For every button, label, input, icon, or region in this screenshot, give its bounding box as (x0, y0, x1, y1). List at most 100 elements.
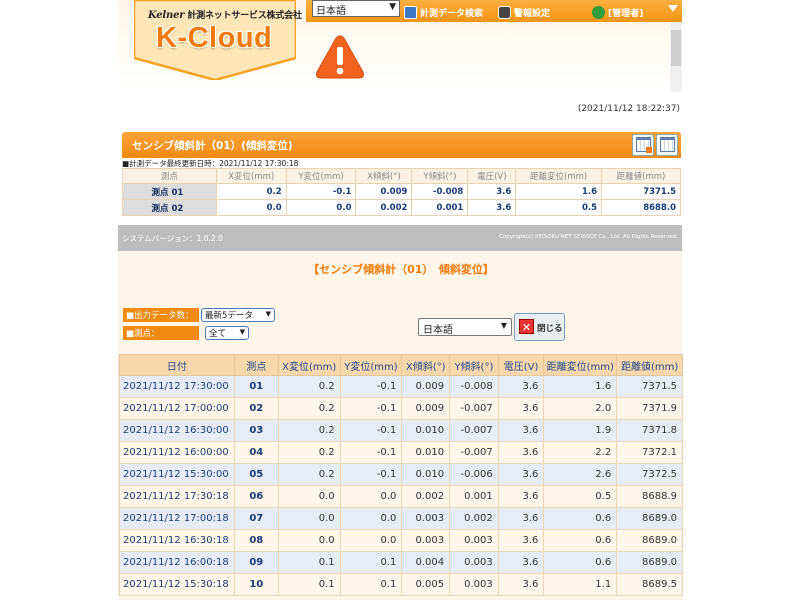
value-cell: 0.010 (401, 463, 451, 486)
value-cell: 3.6 (497, 463, 545, 486)
logo: Kelner 計測ネットサービス株式会社 K-Cloud (134, 0, 302, 80)
value-cell: 0.2 (277, 463, 341, 486)
table-row[interactable]: 2021/11/12 16:00:00 04 0.2 -0.1 0.010 -0.007 3… (119, 441, 683, 464)
point-cell: 07 (233, 507, 279, 530)
table-row[interactable]: 2021/11/12 16:30:00 03 0.2 -0.1 0.010 -0.007 3… (119, 419, 683, 442)
close-button[interactable]: ✕ 閉じる (514, 313, 565, 341)
logo-text: K-Cloud (156, 22, 273, 54)
value-cell: 1.1 (543, 573, 618, 596)
caret-down-icon[interactable] (668, 5, 678, 12)
value-cell: 0.003 (449, 573, 499, 596)
table-row[interactable]: 2021/11/12 17:30:18 06 0.0 0.0 0.002 0.001 3.6… (119, 485, 683, 508)
point-select[interactable]: 全て ▼ (205, 326, 249, 340)
value-cell: 3.6 (497, 441, 545, 464)
column-header: Y変位(mm) (285, 168, 357, 184)
column-header: X変位(mm) (215, 168, 287, 184)
point-select-value: 全て (209, 329, 227, 339)
column-header: 測点 (233, 354, 279, 376)
value-cell: 0.005 (401, 573, 451, 596)
table-row[interactable]: 2021/11/12 16:30:18 08 0.0 0.0 0.003 0.003 3.6… (119, 529, 683, 552)
column-header: 測点 (122, 168, 217, 184)
nav-data-search[interactable]: 計測データ検索 (404, 4, 483, 20)
summary-row[interactable]: 測点 01 0.2 -0.1 0.009 -0.008 3.6 1.6 7371… (122, 183, 681, 200)
output-count-select[interactable]: 最新5データ ▼ (201, 308, 275, 322)
value-cell: 0.6 (543, 507, 618, 530)
summary-cell: 3.6 (467, 199, 517, 216)
detail-table: 日付 測点 X変位(mm) Y変位(mm) X傾斜(°) Y傾斜(°) 電圧(V… (119, 354, 683, 596)
system-version: システムバージョン：1.0.2.0 (122, 234, 223, 243)
summary-cell[interactable]: 測点 02 (122, 199, 217, 216)
chevron-down-icon: ▼ (239, 328, 245, 336)
value-cell: 0.2 (277, 397, 341, 420)
value-cell: 3.6 (497, 397, 545, 420)
alarm-settings-icon (498, 5, 511, 19)
point-label: ■測点： (123, 326, 199, 340)
summary-table: 測点 X変位(mm) Y変位(mm) X傾斜(°) Y傾斜(°) 電圧(V) 距… (122, 168, 681, 216)
calendar-button[interactable] (656, 134, 678, 156)
detail-language-select[interactable]: 日本語 ▼ (418, 318, 512, 336)
table-row[interactable]: 2021/11/12 16:00:18 09 0.1 0.1 0.004 0.003 3.6… (119, 551, 683, 574)
value-cell: 0.0 (277, 485, 341, 508)
summary-cell: 0.0 (285, 199, 357, 216)
chevron-down-icon: ▼ (265, 310, 271, 318)
value-cell: 0.0 (339, 529, 403, 552)
column-header: 電圧(V) (467, 168, 517, 184)
calendar-alarm-button[interactable] (632, 134, 654, 156)
value-cell: 3.6 (497, 375, 545, 398)
summary-cell[interactable]: 測点 01 (122, 183, 217, 200)
column-header: 日付 (119, 354, 235, 376)
value-cell: 7371.5 (616, 375, 683, 398)
table-row[interactable]: 2021/11/12 17:00:00 02 0.2 -0.1 0.009 -0.007 3… (119, 397, 683, 420)
nav-user-menu[interactable]: [管理者] (592, 4, 643, 20)
value-cell: 3.6 (497, 485, 545, 508)
detail-table-body: 2021/11/12 17:30:00 01 0.2 -0.1 0.009 -0.008 3… (119, 375, 683, 596)
value-cell: 0.2 (277, 419, 341, 442)
value-cell: 0.010 (401, 419, 451, 442)
header-scrollbar-thumb[interactable] (671, 30, 681, 66)
detail-title: 【センシブ傾斜計（01） 傾斜変位】 (308, 263, 494, 276)
header: Kelner 計測ネットサービス株式会社 K-Cloud 日本語 ▼ 計測データ検… (118, 0, 682, 92)
summary-row[interactable]: 測点 02 0.0 0.0 0.002 0.001 3.6 0.5 8688.0 (122, 199, 681, 216)
value-cell: 1.9 (543, 419, 618, 442)
output-count-value: 最新5データ (205, 311, 253, 321)
value-cell: 7371.8 (616, 419, 683, 442)
value-cell: 7371.9 (616, 397, 683, 420)
warning-triangle-icon[interactable] (314, 33, 366, 81)
column-header: 距離変位(mm) (515, 168, 603, 184)
user-icon (592, 5, 605, 19)
summary-cell: 3.6 (467, 183, 517, 200)
column-header: X傾斜(°) (355, 168, 413, 184)
value-cell: 0.0 (339, 507, 403, 530)
copyright: Copyright(c) KEISOKU NET SERVICE Co., Lt… (499, 234, 678, 240)
close-button-label: 閉じる (537, 324, 563, 334)
summary-cell: 8688.0 (601, 199, 681, 216)
value-cell: -0.008 (449, 375, 499, 398)
table-row[interactable]: 2021/11/12 15:30:18 10 0.1 0.1 0.005 0.003 3.6… (119, 573, 683, 596)
value-cell: 2.6 (543, 463, 618, 486)
table-row[interactable]: 2021/11/12 15:30:00 05 0.2 -0.1 0.010 -0.006 3… (119, 463, 683, 486)
value-cell: 3.6 (497, 573, 545, 596)
nav-alarm-settings[interactable]: 警報設定 (498, 4, 550, 20)
logo-company: 計測ネットサービス株式会社 (187, 11, 302, 21)
language-select[interactable]: 日本語 ▼ (312, 0, 400, 17)
point-cell: 09 (233, 551, 279, 574)
value-cell: 0.009 (401, 397, 451, 420)
value-cell: 0.003 (401, 507, 451, 530)
table-row[interactable]: 2021/11/12 17:30:00 01 0.2 -0.1 0.009 -0.008 3… (119, 375, 683, 398)
table-row[interactable]: 2021/11/12 17:00:18 07 0.0 0.0 0.003 0.002 3.6… (119, 507, 683, 530)
summary-cell: 0.2 (215, 183, 287, 200)
value-cell: 3.6 (497, 529, 545, 552)
value-cell: 0.002 (449, 507, 499, 530)
column-header: X変位(mm) (277, 354, 341, 376)
summary-cell: 0.009 (355, 183, 413, 200)
value-cell: 2.0 (543, 397, 618, 420)
column-header: X傾斜(°) (401, 354, 451, 376)
column-header: 距離値(mm) (601, 168, 681, 184)
calendar-alarm-icon (636, 137, 652, 153)
date-cell: 2021/11/12 15:30:18 (119, 573, 235, 596)
top-nav-bar: 日本語 ▼ 計測データ検索 警報設定 [管理者] (306, 0, 682, 22)
value-cell: 3.6 (497, 419, 545, 442)
date-cell: 2021/11/12 17:30:18 (119, 485, 235, 508)
nav-data-search-label: 計測データ検索 (420, 8, 484, 19)
system-version-bar: システムバージョン：1.0.2.0 Copyright(c) KEISOKU N… (118, 225, 682, 251)
